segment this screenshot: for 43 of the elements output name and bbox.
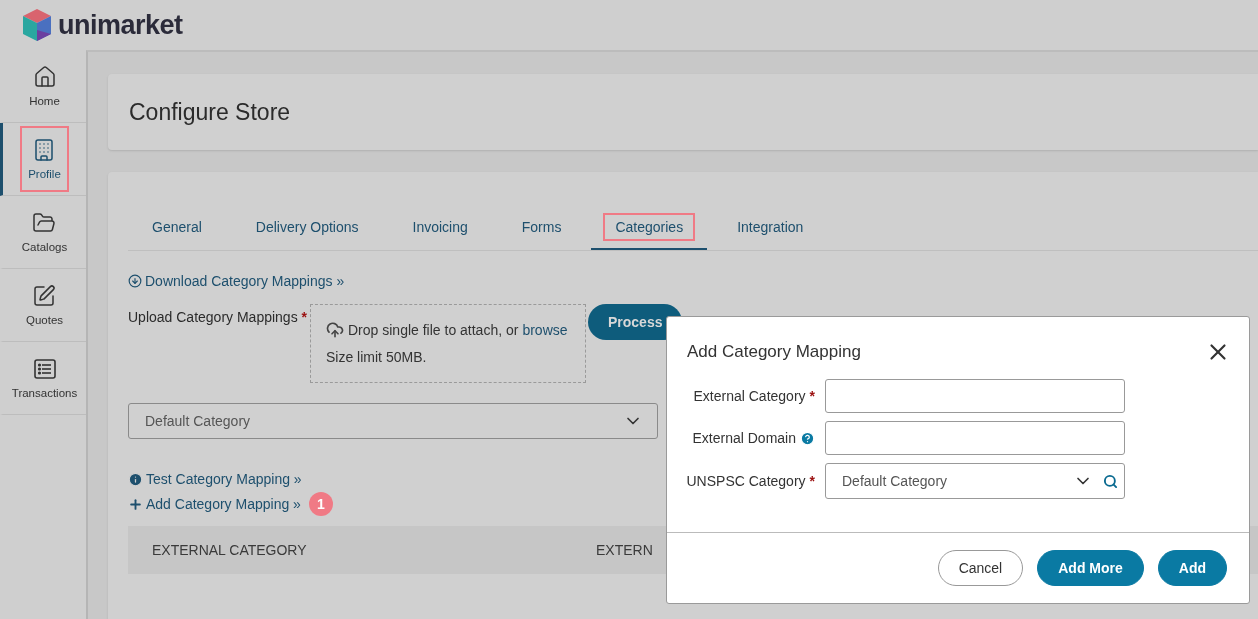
download-icon [128,274,142,288]
field-label: External Domain [667,430,825,446]
page-title: Configure Store [129,98,291,126]
tab[interactable]: Forms [497,206,586,250]
folder-icon [32,211,57,235]
search-icon[interactable] [1103,473,1118,489]
select-field[interactable]: Default Category [825,463,1125,499]
column-header: EXTERN [596,542,653,558]
edit-icon [32,284,57,308]
cube-logo-icon [22,8,52,42]
dialog-button[interactable]: Add More [1037,550,1144,586]
dialog-button[interactable]: Add [1157,550,1227,586]
dialog-button[interactable]: Cancel [937,550,1024,586]
plus-icon [128,496,143,512]
download-link[interactable]: Download Category Mappings » [128,273,345,289]
input-field[interactable] [825,421,1125,455]
highlight-frame: Profile [20,126,69,192]
list-icon [32,357,57,381]
tab[interactable]: Invoicing [388,206,492,250]
size-limit-text: Size limit 50MB. [326,349,428,365]
dialog-title: Add Category Mapping [687,342,861,362]
add-mapping-link[interactable]: Add Category Mapping » [128,496,301,512]
column-header: EXTERNAL CATEGORY [152,542,308,558]
browse-link[interactable]: browse [522,322,568,338]
input-field[interactable] [825,379,1125,413]
cloud-upload-icon [326,321,344,339]
home-icon [32,65,57,89]
info-icon [128,471,143,487]
tab[interactable]: Categories [591,206,708,250]
drop-text: Drop single file to attach, or [348,322,519,338]
test-mapping-link[interactable]: Test Category Mapping » [128,471,302,487]
tab[interactable]: Integration [713,206,828,250]
help-icon[interactable] [800,430,815,446]
field-label: UNSPSC Category * [685,473,816,489]
upload-label: Upload Category Mappings * [128,309,308,325]
tab[interactable]: General [128,206,226,250]
drop-zone[interactable]: Drop single file to attach, or browse Size limit 50MB. [310,304,586,383]
tab[interactable]: Delivery Options [231,206,383,250]
category-select[interactable]: Default Category [128,403,658,439]
field-label: External Category * [692,388,816,404]
brand-name: unimarket [58,9,183,41]
step-badge: 1 [308,492,333,516]
highlight-frame: Categories [603,213,696,241]
